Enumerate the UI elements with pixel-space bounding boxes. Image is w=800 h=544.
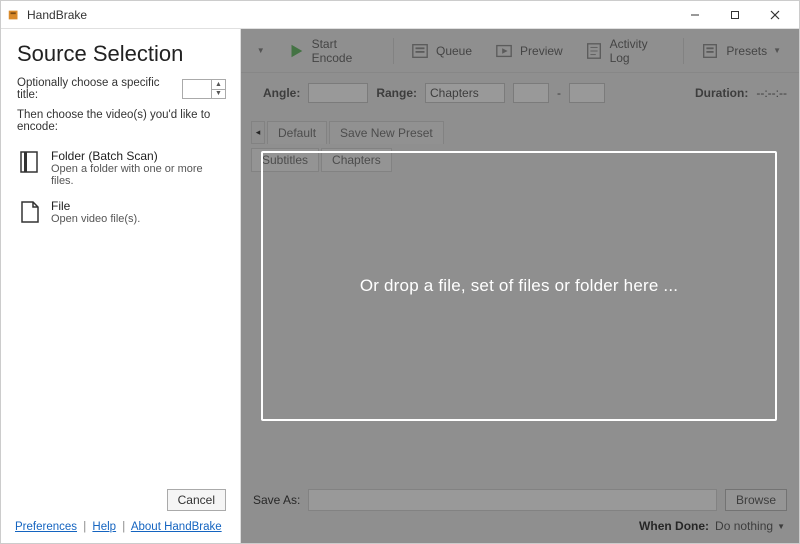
choose-hint: Then choose the video(s) you'd like to e… [17,109,226,133]
help-link[interactable]: Help [92,521,116,533]
file-option[interactable]: File Open video file(s). [17,193,226,231]
file-title: File [51,199,140,213]
close-button[interactable] [755,1,795,29]
folder-icon [19,149,41,175]
window-title: HandBrake [27,8,87,22]
maximize-button[interactable] [715,1,755,29]
about-link[interactable]: About HandBrake [131,521,222,533]
preferences-link[interactable]: Preferences [15,521,77,533]
folder-desc: Open a folder with one or more files. [51,163,224,187]
spinner-up-icon[interactable]: ▲ [212,80,225,90]
title-number-input[interactable] [183,80,211,98]
minimize-button[interactable] [675,1,715,29]
file-drop-zone[interactable]: Or drop a file, set of files or folder h… [261,151,777,421]
folder-batch-option[interactable]: Folder (Batch Scan) Open a folder with o… [17,143,226,193]
folder-title: Folder (Batch Scan) [51,149,224,163]
title-number-spinner[interactable]: ▲ ▼ [182,79,226,99]
titlebar: HandBrake [1,1,799,29]
app-icon [7,8,21,22]
cancel-button[interactable]: Cancel [167,489,226,511]
file-desc: Open video file(s). [51,213,140,225]
panel-links: Preferences | Help | About HandBrake [15,521,226,533]
source-selection-panel: Source Selection Optionally choose a spe… [1,29,241,543]
specific-title-label: Optionally choose a specific title: [17,77,176,101]
panel-heading: Source Selection [17,41,226,67]
file-icon [19,199,41,225]
drop-zone-text: Or drop a file, set of files or folder h… [360,276,678,296]
spinner-down-icon[interactable]: ▼ [212,90,225,99]
